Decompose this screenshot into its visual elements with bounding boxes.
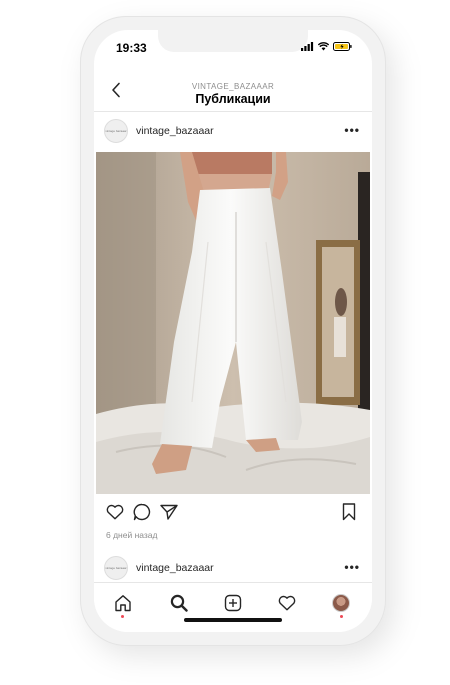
tab-search[interactable]	[164, 589, 194, 617]
post-timestamp: 6 дней назад	[106, 530, 158, 540]
next-post-more-button[interactable]: •••	[344, 560, 360, 574]
tab-activity[interactable]	[272, 589, 302, 617]
comment-button[interactable]	[130, 500, 154, 524]
bookmark-icon	[342, 503, 356, 521]
tab-new-post[interactable]	[218, 589, 248, 617]
send-icon	[160, 504, 178, 520]
heart-icon	[106, 504, 124, 520]
top-navigation: VINTAGE_BAZAAAR Публикации	[94, 68, 372, 112]
comment-icon	[133, 503, 151, 521]
phone-frame: 19:33 VINTAGE_BAZAAAR Публикации vintage…	[80, 16, 386, 646]
status-time: 19:33	[116, 41, 147, 55]
status-bar: 19:33	[94, 30, 372, 68]
more-options-button[interactable]: •••	[344, 123, 360, 137]
post-photo[interactable]	[96, 152, 370, 494]
save-button[interactable]	[337, 500, 361, 524]
photo-image	[96, 152, 370, 494]
tab-profile[interactable]	[326, 589, 356, 617]
signal-icon	[301, 42, 314, 51]
home-notification-dot	[121, 615, 124, 618]
wifi-icon	[318, 42, 329, 51]
profile-notification-dot	[340, 615, 343, 618]
add-post-icon	[224, 594, 242, 612]
home-indicator	[184, 618, 282, 622]
status-icons	[301, 42, 352, 51]
battery-icon	[333, 42, 352, 51]
app-screen: 19:33 VINTAGE_BAZAAAR Публикации vintage…	[94, 30, 372, 632]
avatar-logo-text: vintage bazaaar	[105, 128, 127, 133]
next-post-header: vintage bazaaar vintage_bazaaar •••	[94, 550, 372, 582]
next-post-username[interactable]: vintage_bazaaar	[136, 562, 214, 574]
avatar[interactable]: vintage bazaaar	[104, 119, 128, 143]
page-title: Публикации	[195, 92, 271, 106]
account-name: VINTAGE_BAZAAAR	[191, 82, 275, 91]
post-header: vintage bazaaar vintage_bazaaar •••	[94, 114, 372, 152]
heart-icon	[278, 595, 296, 611]
avatar[interactable]: vintage bazaaar	[104, 556, 128, 580]
tab-home[interactable]	[108, 589, 138, 617]
bottom-tab-bar	[94, 582, 372, 632]
share-button[interactable]	[157, 500, 181, 524]
profile-avatar	[332, 594, 350, 612]
like-button[interactable]	[103, 500, 127, 524]
avatar-logo-text: vintage bazaaar	[105, 565, 127, 570]
notch	[158, 30, 308, 52]
post-actions	[94, 500, 372, 526]
post-username[interactable]: vintage_bazaaar	[136, 125, 214, 137]
home-icon	[115, 595, 131, 612]
search-icon	[170, 594, 188, 612]
